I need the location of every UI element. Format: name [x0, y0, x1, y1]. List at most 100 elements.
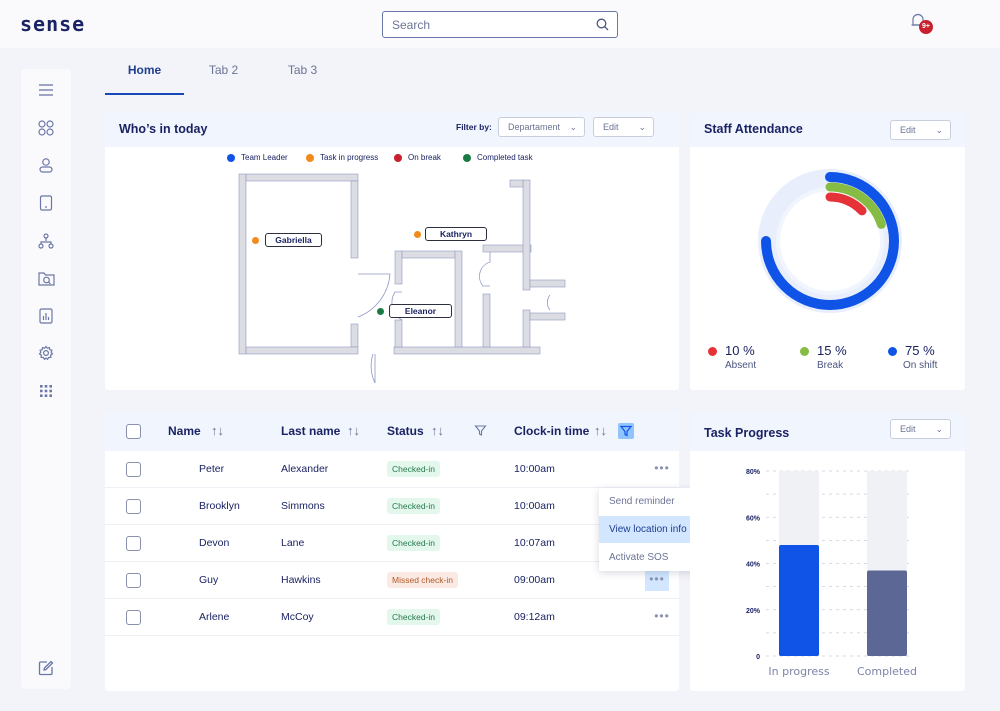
sort-icon[interactable]: ↑↓	[211, 423, 224, 438]
folder-search-icon[interactable]	[36, 268, 56, 288]
search-input[interactable]: Search	[382, 11, 618, 38]
more-actions-button[interactable]: •••	[645, 571, 669, 591]
wall	[482, 293, 491, 348]
person-label-eleanor[interactable]: Eleanor	[389, 304, 452, 318]
cell-name: Peter	[199, 463, 225, 475]
y-tick-label: 80%	[746, 469, 761, 476]
dashboard-icon[interactable]	[36, 118, 56, 138]
row-checkbox[interactable]	[126, 610, 141, 625]
person-label-kathryn[interactable]: Kathryn	[425, 227, 487, 241]
table-row[interactable]: Brooklyn Simmons Checked-in 10:00am	[105, 488, 679, 525]
task-progress-bar-chart: 0 20% 40% 60% 80% In progress Completed	[746, 469, 917, 678]
cell-clock-in: 09:00am	[514, 574, 555, 586]
logo: sense	[20, 12, 86, 36]
card-header: Who’s in today Filter by: Departament ⌄ …	[105, 111, 679, 147]
task-progress-card: Task Progress Edit ⌄ 0 20% 40% 60% 80% In pro…	[690, 411, 965, 691]
row-checkbox[interactable]	[126, 499, 141, 514]
table-row[interactable]: Peter Alexander Checked-in 10:00am •••	[105, 451, 679, 488]
cell-name: Devon	[199, 537, 230, 549]
filter-label: Filter by:	[456, 122, 492, 132]
table-row[interactable]: Arlene McCoy Checked-in 09:12am •••	[105, 599, 679, 636]
menu-icon[interactable]	[36, 80, 56, 100]
search-icon[interactable]	[596, 18, 609, 36]
person-pin-kathryn[interactable]	[414, 231, 421, 238]
more-actions-button[interactable]: •••	[650, 608, 674, 628]
stat-dot	[708, 347, 717, 356]
edit-icon[interactable]	[36, 658, 56, 678]
status-badge: Checked-in	[387, 609, 440, 625]
person-pin-eleanor[interactable]	[377, 308, 384, 315]
legend-item: Task in progress	[306, 153, 378, 162]
col-last-name[interactable]: Last name	[281, 424, 340, 438]
status-badge: Missed check-in	[387, 572, 458, 588]
staff-attendance-card: Staff Attendance Edit ⌄ 10 % Absent 15 %…	[690, 111, 965, 390]
door-arc	[479, 252, 491, 287]
wall	[238, 173, 247, 355]
wall	[401, 250, 456, 259]
tab-3[interactable]: Tab 3	[263, 55, 342, 95]
legend-item: Completed task	[463, 153, 533, 162]
stat-value: 10 %	[725, 343, 755, 358]
col-clock-in[interactable]: Clock-in time	[514, 424, 589, 438]
stat-value: 15 %	[817, 343, 847, 358]
wall	[522, 309, 531, 348]
edit-dropdown[interactable]: Edit ⌄	[890, 419, 951, 439]
stat-label: Absent	[725, 360, 757, 371]
cell-last-name: Alexander	[281, 463, 329, 475]
person-label-gabriella[interactable]: Gabriella	[265, 233, 322, 247]
sort-icon[interactable]: ↑↓	[347, 423, 360, 438]
stat-dot	[800, 347, 809, 356]
legend-label: Team Leader	[241, 153, 288, 162]
cell-name: Arlene	[199, 611, 230, 623]
user-icon[interactable]	[36, 155, 56, 175]
more-actions-button[interactable]: •••	[650, 460, 674, 480]
edit-dropdown[interactable]: Edit ⌄	[593, 117, 654, 137]
active-filter-icon[interactable]	[618, 423, 634, 439]
tab-2[interactable]: Tab 2	[184, 55, 263, 95]
cell-clock-in: 10:00am	[514, 500, 555, 512]
select-all-checkbox[interactable]	[126, 424, 141, 439]
edit-dropdown[interactable]: Edit ⌄	[890, 120, 951, 140]
tablet-icon[interactable]	[36, 193, 56, 213]
wall	[522, 179, 531, 291]
department-filter-dropdown[interactable]: Departament ⌄	[498, 117, 585, 137]
chevron-down-icon: ⌄	[935, 125, 943, 135]
row-checkbox[interactable]	[126, 462, 141, 477]
cell-clock-in: 09:12am	[514, 611, 555, 623]
x-tick-label: Completed	[857, 665, 917, 678]
status-badge: Checked-in	[387, 461, 440, 477]
card-header: Staff Attendance Edit ⌄	[690, 111, 965, 147]
y-tick-label: 20%	[746, 608, 761, 615]
bar-completed	[867, 570, 907, 656]
settings-icon[interactable]	[36, 343, 56, 363]
table-row[interactable]: Guy Hawkins Missed check-in 09:00am •••	[105, 562, 679, 599]
row-checkbox[interactable]	[126, 573, 141, 588]
person-pin-gabriella[interactable]	[252, 237, 259, 244]
apps-icon[interactable]	[36, 381, 56, 401]
legend-dot	[306, 153, 314, 162]
table-header: Name ↑↓ Last name ↑↓ Status ↑↓ Clock-in …	[105, 411, 679, 451]
door-arc	[357, 273, 391, 318]
table-row[interactable]: Devon Lane Checked-in 10:07am	[105, 525, 679, 562]
cell-last-name: Simmons	[281, 500, 325, 512]
edit-dropdown-label: Edit	[900, 424, 916, 434]
wall	[350, 323, 359, 348]
edit-dropdown-label: Edit	[603, 122, 619, 132]
filter-icon[interactable]	[474, 424, 487, 442]
legend-dot	[227, 153, 235, 162]
chevron-down-icon: ⌄	[638, 122, 646, 132]
sort-icon[interactable]: ↑↓	[431, 423, 444, 438]
hierarchy-icon[interactable]	[36, 231, 56, 251]
sort-icon[interactable]: ↑↓	[594, 423, 607, 438]
report-icon[interactable]	[36, 306, 56, 326]
wall	[394, 319, 403, 348]
col-status[interactable]: Status	[387, 424, 424, 438]
stat-value: 75 %	[905, 343, 935, 358]
row-checkbox[interactable]	[126, 536, 141, 551]
tab-home[interactable]: Home	[105, 55, 184, 95]
col-name[interactable]: Name	[168, 424, 201, 438]
chevron-down-icon: ⌄	[935, 424, 943, 434]
whos-in-today-card: Who’s in today Filter by: Departament ⌄ …	[105, 111, 679, 390]
search-placeholder: Search	[392, 18, 431, 32]
sidebar	[21, 69, 71, 689]
